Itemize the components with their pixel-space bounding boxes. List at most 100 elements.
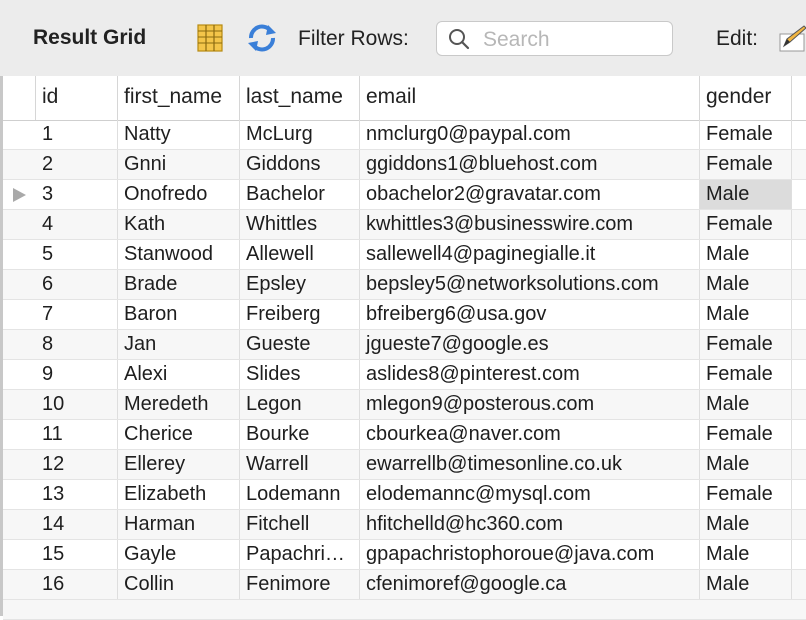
cell-id[interactable]: 15 [36, 540, 118, 569]
grid-layout-icon[interactable] [197, 24, 223, 52]
column-header-id[interactable]: id [36, 76, 118, 120]
cell-gender[interactable]: Female [700, 210, 792, 239]
cell-last-name[interactable]: Legon [240, 390, 360, 419]
cell-id[interactable]: 4 [36, 210, 118, 239]
table-row[interactable]: 4 Kath Whittles kwhittles3@businesswire.com… [3, 210, 806, 240]
table-row[interactable]: 15 Gayle Papachri… gpapachristophoroue@java… [3, 540, 806, 570]
table-row[interactable]: 1 Natty McLurg nmclurg0@paypal.com Female [3, 120, 806, 150]
cell-email[interactable]: sallewell4@paginegialle.it [360, 240, 700, 269]
table-row[interactable]: 6 Brade Epsley bepsley5@networksolutions.co… [3, 270, 806, 300]
cell-id[interactable]: 6 [36, 270, 118, 299]
cell-email[interactable]: obachelor2@gravatar.com [360, 180, 700, 209]
cell-id[interactable]: 13 [36, 480, 118, 509]
cell-gender[interactable]: Female [700, 480, 792, 509]
cell-last-name[interactable]: Slides [240, 360, 360, 389]
cell-gender[interactable]: Female [700, 360, 792, 389]
cell-gender[interactable]: Female [700, 150, 792, 179]
cell-email[interactable]: elodemannc@mysql.com [360, 480, 700, 509]
cell-last-name[interactable]: Fenimore [240, 570, 360, 599]
table-row[interactable]: 10 Meredeth Legon mlegon9@posterous.com Male [3, 390, 806, 420]
cell-first-name[interactable]: Jan [118, 330, 240, 359]
cell-first-name[interactable]: Gnni [118, 150, 240, 179]
column-header-last-name[interactable]: last_name [240, 76, 360, 120]
cell-first-name[interactable]: Elizabeth [118, 480, 240, 509]
cell-email[interactable]: mlegon9@posterous.com [360, 390, 700, 419]
cell-id[interactable]: 2 [36, 150, 118, 179]
cell-gender[interactable]: Male [700, 540, 792, 569]
cell-email[interactable]: gpapachristophoroue@java.com [360, 540, 700, 569]
cell-first-name[interactable]: Stanwood [118, 240, 240, 269]
cell-id[interactable]: 8 [36, 330, 118, 359]
cell-id[interactable]: 5 [36, 240, 118, 269]
cell-id[interactable]: 16 [36, 570, 118, 599]
cell-last-name[interactable]: Bachelor [240, 180, 360, 209]
edit-pencil-icon[interactable] [778, 24, 806, 52]
cell-last-name[interactable]: Warrell [240, 450, 360, 479]
table-row[interactable]: 7 Baron Freiberg bfreiberg6@usa.gov Male [3, 300, 806, 330]
cell-email[interactable]: kwhittles3@businesswire.com [360, 210, 700, 239]
table-row[interactable]: 11 Cherice Bourke cbourkea@naver.com Female [3, 420, 806, 450]
cell-id[interactable]: 12 [36, 450, 118, 479]
result-grid[interactable]: id first_name last_name email gender 1 Na… [0, 76, 806, 620]
cell-email[interactable]: ewarrellb@timesonline.co.uk [360, 450, 700, 479]
cell-last-name[interactable]: McLurg [240, 120, 360, 149]
cell-id[interactable]: 10 [36, 390, 118, 419]
cell-gender[interactable]: Male [700, 270, 792, 299]
cell-id[interactable]: 7 [36, 300, 118, 329]
cell-first-name[interactable]: Baron [118, 300, 240, 329]
cell-email[interactable]: bfreiberg6@usa.gov [360, 300, 700, 329]
cell-first-name[interactable]: Brade [118, 270, 240, 299]
cell-gender[interactable]: Male [700, 300, 792, 329]
table-row[interactable]: 13 Elizabeth Lodemann elodemannc@mysql.com F… [3, 480, 806, 510]
cell-id[interactable]: 11 [36, 420, 118, 449]
cell-gender[interactable]: Male [700, 450, 792, 479]
cell-first-name[interactable]: Harman [118, 510, 240, 539]
cell-first-name[interactable]: Gayle [118, 540, 240, 569]
cell-id[interactable]: 3 [36, 180, 118, 209]
cell-last-name[interactable]: Gueste [240, 330, 360, 359]
table-row[interactable]: 14 Harman Fitchell hfitchelld@hc360.com Male [3, 510, 806, 540]
cell-email[interactable]: cbourkea@naver.com [360, 420, 700, 449]
table-row[interactable]: 9 Alexi Slides aslides8@pinterest.com Female [3, 360, 806, 390]
cell-last-name[interactable]: Lodemann [240, 480, 360, 509]
table-row[interactable]: 3 Onofredo Bachelor obachelor2@gravatar.com… [3, 180, 806, 210]
table-row[interactable]: 12 Ellerey Warrell ewarrellb@timesonline.co… [3, 450, 806, 480]
column-header-first-name[interactable]: first_name [118, 76, 240, 120]
cell-first-name[interactable]: Natty [118, 120, 240, 149]
cell-first-name[interactable]: Kath [118, 210, 240, 239]
column-header-email[interactable]: email [360, 76, 700, 120]
cell-first-name[interactable]: Ellerey [118, 450, 240, 479]
cell-email[interactable]: bepsley5@networksolutions.com [360, 270, 700, 299]
filter-rows-search-field[interactable] [436, 21, 673, 56]
cell-gender[interactable]: Male [700, 390, 792, 419]
cell-last-name[interactable]: Fitchell [240, 510, 360, 539]
cell-gender[interactable]: Male [700, 570, 792, 599]
table-row[interactable]: 5 Stanwood Allewell sallewell4@paginegialle… [3, 240, 806, 270]
table-row[interactable]: 2 Gnni Giddons ggiddons1@bluehost.com Female [3, 150, 806, 180]
cell-email[interactable]: aslides8@pinterest.com [360, 360, 700, 389]
cell-gender[interactable]: Female [700, 120, 792, 149]
search-input[interactable] [481, 26, 665, 53]
cell-last-name[interactable]: Whittles [240, 210, 360, 239]
cell-id[interactable]: 9 [36, 360, 118, 389]
cell-last-name[interactable]: Epsley [240, 270, 360, 299]
cell-id[interactable]: 1 [36, 120, 118, 149]
table-row[interactable]: 8 Jan Gueste jgueste7@google.es Female [3, 330, 806, 360]
cell-first-name[interactable]: Alexi [118, 360, 240, 389]
cell-email[interactable]: jgueste7@google.es [360, 330, 700, 359]
cell-email[interactable]: hfitchelld@hc360.com [360, 510, 700, 539]
refresh-icon[interactable] [246, 24, 278, 52]
cell-first-name[interactable]: Onofredo [118, 180, 240, 209]
cell-email[interactable]: ggiddons1@bluehost.com [360, 150, 700, 179]
cell-email[interactable]: cfenimoref@google.ca [360, 570, 700, 599]
cell-gender[interactable]: Male [700, 240, 792, 269]
cell-last-name[interactable]: Papachri… [240, 540, 360, 569]
cell-gender[interactable]: Male [700, 180, 792, 209]
column-header-gender[interactable]: gender [700, 76, 792, 120]
cell-last-name[interactable]: Giddons [240, 150, 360, 179]
cell-gender[interactable]: Male [700, 510, 792, 539]
cell-id[interactable]: 14 [36, 510, 118, 539]
cell-last-name[interactable]: Allewell [240, 240, 360, 269]
cell-gender[interactable]: Female [700, 330, 792, 359]
cell-last-name[interactable]: Freiberg [240, 300, 360, 329]
